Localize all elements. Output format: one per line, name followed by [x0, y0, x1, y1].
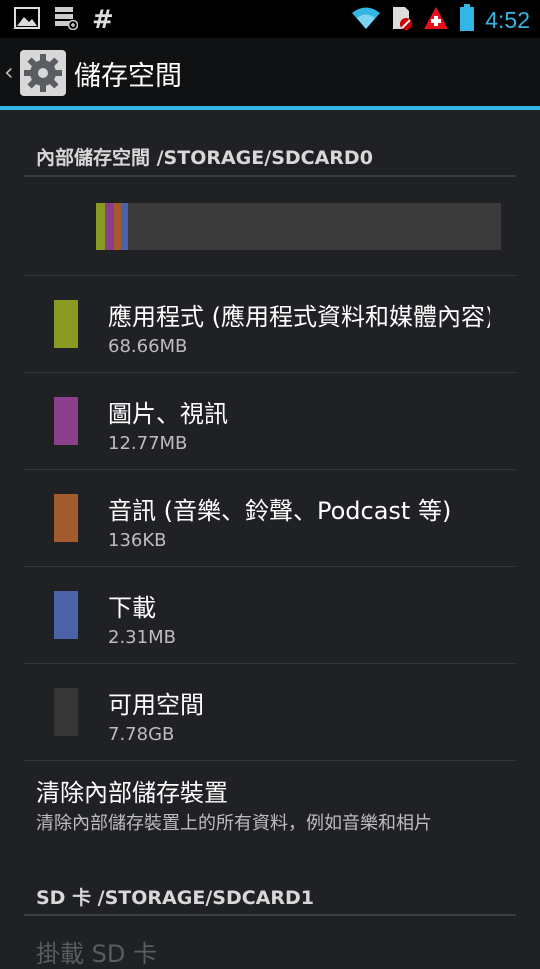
category-item-apps[interactable]: 應用程式 (應用程式資料和媒體內容) 68.66MB [0, 276, 540, 372]
category-size: 68.66MB [108, 336, 188, 357]
usage-segment-downloads [121, 203, 129, 250]
swiss-cross-icon [423, 6, 449, 34]
category-label: 音訊 (音樂、鈴聲、Podcast 等) [108, 497, 452, 525]
usage-segment-audio [113, 203, 122, 250]
hash-icon: # [92, 5, 114, 35]
color-swatch [54, 688, 78, 736]
color-swatch [54, 591, 78, 639]
status-bar: # 4:52 [0, 0, 540, 38]
category-size: 136KB [108, 530, 167, 551]
color-swatch [54, 397, 78, 445]
erase-internal-storage-description: 清除內部儲存裝置上的所有資料，例如音樂和相片 [36, 813, 432, 834]
category-size: 2.31MB [108, 627, 176, 648]
color-swatch [54, 300, 78, 348]
section-divider [24, 175, 516, 177]
page-title: 儲存空間 [74, 61, 182, 92]
category-label: 應用程式 (應用程式資料和媒體內容) [108, 303, 490, 331]
sd-card-header: SD 卡 /STORAGE/SDCARD1 [36, 887, 314, 909]
clock: 4:52 [485, 6, 530, 33]
category-item-pictures[interactable]: 圖片、視訊 12.77MB [0, 373, 540, 469]
erase-internal-storage-title: 清除內部儲存裝置 [36, 779, 228, 807]
sd-warning-icon [391, 5, 413, 35]
category-item-available[interactable]: 可用空間 7.78GB [0, 664, 540, 760]
category-item-audio[interactable]: 音訊 (音樂、鈴聲、Podcast 等) 136KB [0, 470, 540, 566]
color-swatch [54, 494, 78, 542]
category-size: 7.78GB [108, 724, 175, 745]
wifi-icon [351, 6, 381, 34]
gallery-icon [14, 7, 40, 33]
usage-segment-apps [96, 203, 105, 250]
usage-segment-pictures [104, 203, 114, 250]
category-item-downloads[interactable]: 下載 2.31MB [0, 567, 540, 663]
category-size: 12.77MB [108, 433, 188, 454]
divider [24, 760, 516, 761]
action-bar: ‹ 儲存空間 [0, 38, 540, 110]
category-label: 下載 [108, 594, 156, 622]
battery-icon [459, 4, 475, 36]
category-label: 圖片、視訊 [108, 400, 228, 428]
storage-usage-bar [96, 203, 501, 250]
settings-gear-icon[interactable] [20, 50, 66, 96]
sd-card-icon [54, 6, 79, 34]
back-chevron-icon[interactable]: ‹ [4, 58, 14, 86]
mount-sd-card-item[interactable]: 掛載 SD 卡 [36, 934, 157, 969]
category-label: 可用空間 [108, 691, 204, 719]
section-divider [24, 914, 516, 916]
internal-storage-header: 內部儲存空間 /STORAGE/SDCARD0 [36, 147, 373, 169]
